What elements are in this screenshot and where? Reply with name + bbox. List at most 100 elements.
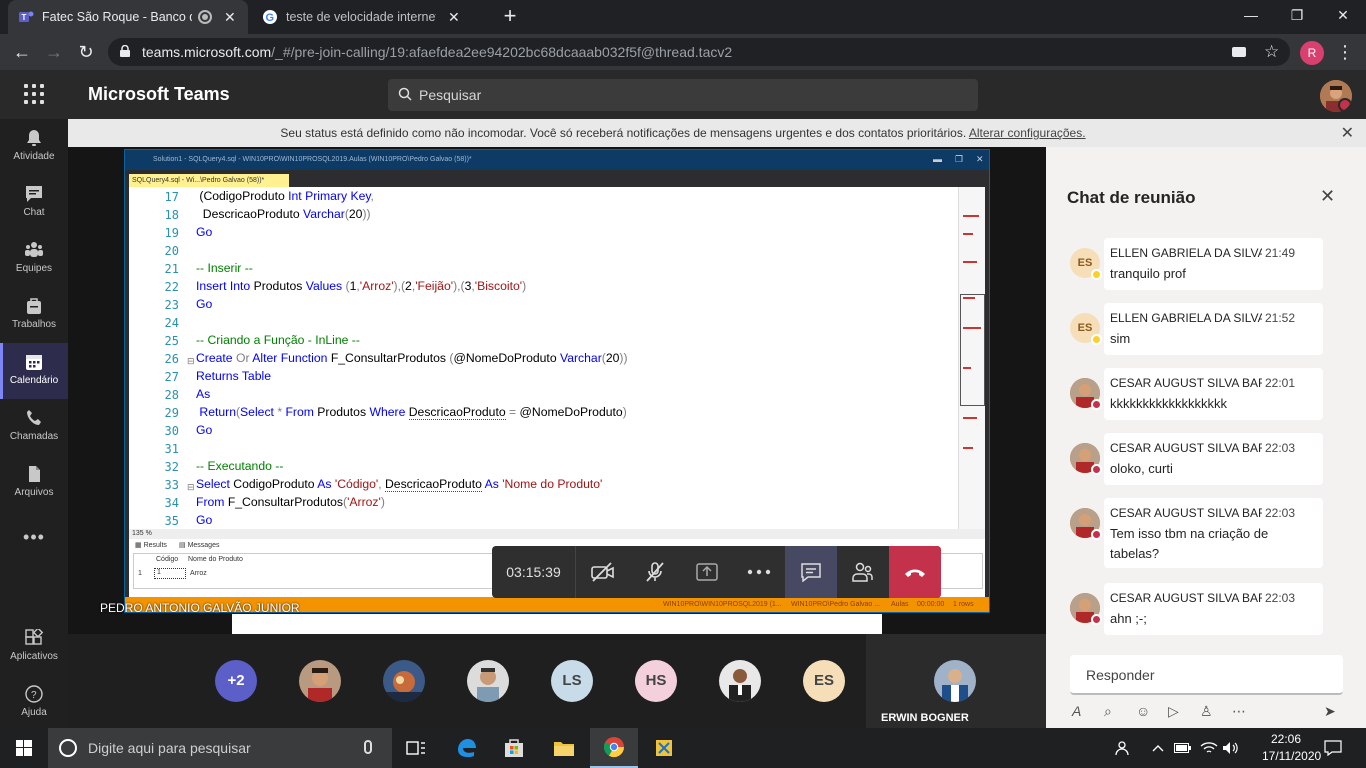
- send-icon[interactable]: ➤: [1324, 703, 1336, 720]
- browser-tab-teams[interactable]: T Fatec São Roque - Banco de ✕: [8, 0, 248, 34]
- send-later-icon[interactable]: ▷: [1168, 703, 1179, 720]
- mic-toggle-button[interactable]: [629, 546, 681, 598]
- reply-input[interactable]: Responder: [1070, 655, 1343, 695]
- wifi-icon[interactable]: [1200, 728, 1218, 768]
- user-avatar[interactable]: [1320, 80, 1352, 112]
- featured-participant-name: ERWIN BOGNER: [881, 712, 969, 724]
- rail-item-trabalhos[interactable]: Trabalhos: [0, 287, 68, 343]
- edge-browser-icon[interactable]: [442, 728, 490, 768]
- rail-item-aplicativos[interactable]: Aplicativos: [0, 619, 68, 675]
- back-arrow-icon[interactable]: ←: [10, 40, 34, 64]
- close-icon[interactable]: ✕: [1320, 186, 1335, 207]
- line-number: 28: [164, 388, 179, 402]
- forward-arrow-icon[interactable]: →: [42, 40, 66, 64]
- chat-message[interactable]: ELLEN GABRIELA DA SILVA21:49 tranquilo pr…: [1070, 238, 1323, 290]
- store-icon[interactable]: [490, 728, 538, 768]
- tab-title: Fatec São Roque - Banco de: [42, 10, 192, 24]
- emoji-icon[interactable]: ☺: [1136, 703, 1150, 719]
- snipping-tool-icon[interactable]: [640, 728, 688, 768]
- rail-item-arquivos[interactable]: Arquivos: [0, 455, 68, 511]
- rail-item-ajuda[interactable]: ? Ajuda: [0, 675, 68, 731]
- attach-icon[interactable]: ⌕: [1104, 703, 1112, 720]
- rail-item-calendario[interactable]: Calendário: [0, 343, 68, 399]
- taskbar-search-input[interactable]: Digite aqui para pesquisar: [48, 728, 392, 768]
- more-apps-icon[interactable]: •••: [0, 527, 68, 548]
- ssms-minimize-icon: ▬: [933, 154, 942, 164]
- hang-up-button[interactable]: [889, 546, 941, 598]
- close-tab-icon[interactable]: ✕: [448, 9, 460, 26]
- show-chat-button[interactable]: [785, 546, 837, 598]
- featured-participant-tile[interactable]: ERWIN BOGNER: [866, 634, 1046, 728]
- sender-avatar[interactable]: [1070, 443, 1102, 475]
- chat-message[interactable]: CESAR AUGUST SILVA BAR...22:01 kkkkkkkkkk…: [1070, 368, 1323, 420]
- rail-item-atividade[interactable]: Atividade: [0, 119, 68, 175]
- volume-icon[interactable]: [1222, 728, 1240, 768]
- line-number: 27: [164, 370, 179, 384]
- close-window-button[interactable]: ✕: [1320, 0, 1366, 30]
- participant-avatar[interactable]: [719, 660, 761, 702]
- browser-tab-speedtest[interactable]: G teste de velocidade internet - Pe ✕: [252, 0, 492, 34]
- participant-avatar[interactable]: [299, 660, 341, 702]
- sender-avatar[interactable]: [1070, 508, 1102, 540]
- help-icon: ?: [25, 685, 43, 703]
- sender-name: CESAR AUGUST SILVA BAR...: [1110, 376, 1262, 390]
- new-tab-button[interactable]: +: [498, 4, 522, 28]
- participant-avatar-ls[interactable]: LS: [551, 660, 593, 702]
- sender-avatar[interactable]: [1070, 378, 1102, 410]
- share-screen-button[interactable]: [681, 546, 733, 598]
- chat-message[interactable]: ELLEN GABRIELA DA SILVA21:52 sim ES: [1070, 303, 1323, 355]
- battery-icon[interactable]: [1174, 728, 1192, 768]
- show-participants-button[interactable]: [837, 546, 889, 598]
- rail-item-chamadas[interactable]: Chamadas: [0, 399, 68, 455]
- chrome-icon[interactable]: [590, 728, 638, 768]
- chat-message[interactable]: CESAR AUGUST SILVA BAR...22:03 ahn ;-;: [1070, 583, 1323, 635]
- app-launcher-icon[interactable]: [24, 84, 44, 104]
- participant-avatar-hs[interactable]: HS: [635, 660, 677, 702]
- message-bubble: CESAR AUGUST SILVA BAR...22:03 Tem isso t…: [1104, 498, 1323, 568]
- format-icon[interactable]: A: [1072, 703, 1081, 719]
- sender-avatar[interactable]: ES: [1070, 313, 1102, 345]
- participant-avatar[interactable]: [467, 660, 509, 702]
- maximize-window-button[interactable]: ❐: [1274, 0, 1320, 30]
- audio-playing-icon: [198, 10, 212, 24]
- code-line: Return(Select * From Produtos Where Desc…: [199, 405, 627, 420]
- browser-menu-icon[interactable]: ⋮: [1336, 40, 1354, 64]
- notifications-icon[interactable]: [1324, 728, 1342, 768]
- presenter-name: PEDRO ANTONIO GALVÃO JUNIOR: [100, 601, 300, 615]
- taskbar-clock[interactable]: 22:06 17/11/2020: [1262, 731, 1321, 765]
- away-status-icon: [1091, 334, 1102, 345]
- code-line: -- Executando --: [196, 459, 284, 473]
- chat-message[interactable]: CESAR AUGUST SILVA BAR...22:03 Tem isso t…: [1070, 498, 1323, 568]
- address-bar[interactable]: teams.microsoft.com/_#/pre-join-calling/…: [108, 38, 1290, 66]
- show-hidden-icons-icon[interactable]: [1152, 728, 1164, 768]
- close-tab-icon[interactable]: ✕: [224, 9, 236, 26]
- sender-avatar[interactable]: [1070, 593, 1102, 625]
- camera-permission-icon[interactable]: [1232, 47, 1246, 57]
- participant-avatar[interactable]: [383, 660, 425, 702]
- sender-avatar[interactable]: ES: [1070, 248, 1102, 280]
- search-icon: [398, 87, 412, 101]
- reload-icon[interactable]: ↻: [74, 40, 98, 64]
- rail-item-equipes[interactable]: Equipes: [0, 231, 68, 287]
- start-button[interactable]: [0, 728, 48, 768]
- bookmark-star-icon[interactable]: ☆: [1264, 42, 1279, 62]
- participant-avatar-es[interactable]: ES: [803, 660, 845, 702]
- praise-icon[interactable]: ♙: [1200, 703, 1213, 720]
- camera-toggle-button[interactable]: [577, 546, 629, 598]
- task-view-icon[interactable]: [392, 728, 440, 768]
- more-options-icon[interactable]: ⋯: [1232, 703, 1246, 720]
- more-actions-button[interactable]: [733, 546, 785, 598]
- browser-profile-avatar[interactable]: R: [1300, 41, 1324, 65]
- rail-item-chat[interactable]: Chat: [0, 175, 68, 231]
- overflow-participants-button[interactable]: +2: [215, 660, 257, 702]
- microphone-icon[interactable]: [364, 740, 372, 754]
- close-icon[interactable]: ✕: [1341, 123, 1354, 143]
- search-input[interactable]: Pesquisar: [388, 79, 978, 111]
- file-explorer-icon[interactable]: [540, 728, 588, 768]
- change-settings-link[interactable]: Alterar configurações.: [969, 126, 1086, 140]
- people-icon[interactable]: [1114, 728, 1132, 768]
- lock-icon: [120, 45, 130, 57]
- chat-message[interactable]: CESAR AUGUST SILVA BAR...22:03 oloko, cur…: [1070, 433, 1323, 485]
- svg-text:?: ?: [31, 690, 37, 701]
- minimize-window-button[interactable]: —: [1228, 0, 1274, 30]
